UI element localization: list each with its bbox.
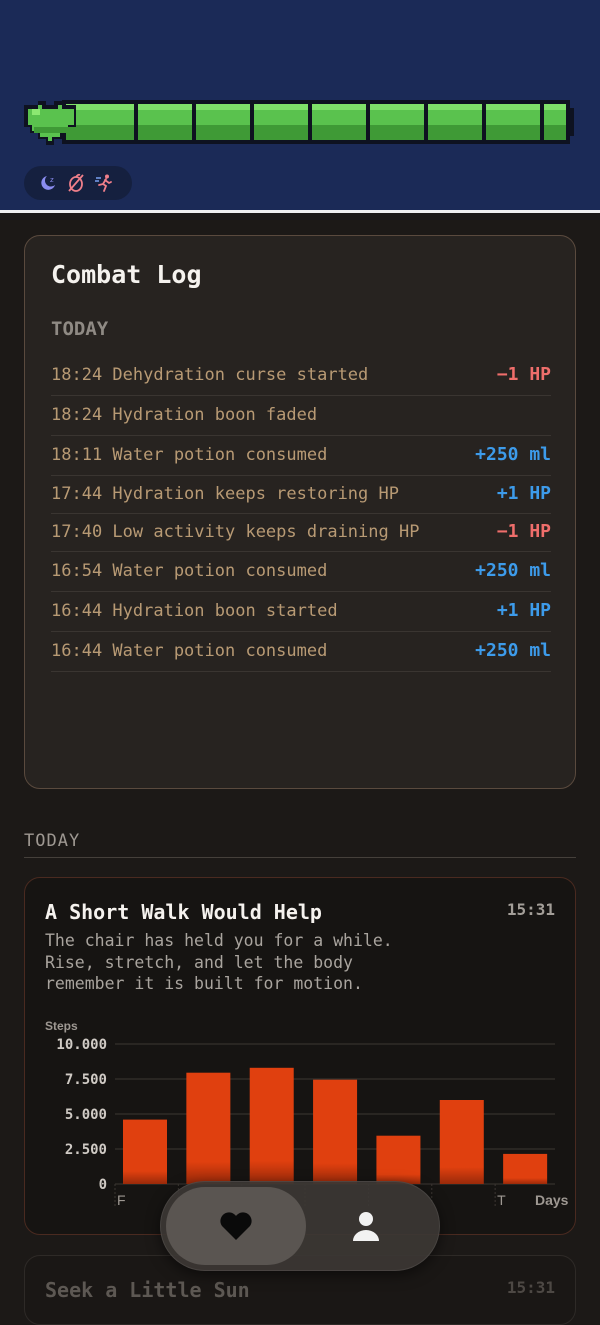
log-entry-delta: +250 ml	[475, 640, 551, 661]
tab-bar	[160, 1181, 440, 1271]
chart-xtick-label: T	[497, 1192, 506, 1208]
chart-ylabel: Steps	[45, 1019, 78, 1033]
log-row: 17:40 Low activity keeps draining HP −1 H…	[51, 514, 551, 552]
log-row: 18:24 Dehydration curse started −1 HP	[51, 356, 551, 396]
feed-section-label: TODAY	[24, 831, 81, 851]
notification-body: The chair has held you for a while. Rise…	[45, 931, 393, 993]
combat-log-list[interactable]: 18:24 Dehydration curse started −1 HP 18:2…	[51, 356, 551, 672]
moon-sleep-icon: z	[41, 176, 55, 190]
svg-text:z: z	[50, 176, 54, 184]
combat-log-section: TODAY	[51, 318, 109, 340]
log-entry-delta: −1 HP	[496, 364, 551, 385]
profile-icon	[353, 1212, 379, 1241]
no-food-icon	[68, 173, 84, 192]
feed-divider	[24, 857, 576, 858]
running-icon	[95, 174, 112, 192]
notification-title: A Short Walk Would Help	[45, 900, 322, 924]
hp-bar	[24, 100, 574, 145]
combat-log-title: Combat Log	[51, 260, 202, 289]
chart-bar	[249, 1067, 294, 1184]
notification-time: 15:31	[506, 1278, 555, 1297]
log-entry-text: 17:40 Low activity keeps draining HP	[51, 522, 420, 542]
log-row: 18:11 Water potion consumed +250 ml	[51, 436, 551, 476]
heart-icon	[220, 1212, 252, 1240]
log-row: 18:24 Hydration boon faded	[51, 396, 551, 436]
log-entry-text: 16:54 Water potion consumed	[51, 561, 328, 581]
combat-log-card[interactable]: Combat Log TODAY 18:24 Dehydration curse…	[24, 235, 576, 789]
chart-ytick-label: 0	[99, 1177, 107, 1193]
chart-xlabel: Days	[535, 1192, 569, 1208]
notification-title: Seek a Little Sun	[45, 1278, 250, 1302]
chart-ytick-label: 7.500	[65, 1072, 107, 1088]
log-entry-delta: −1 HP	[496, 521, 551, 542]
log-entry-delta: +1 HP	[496, 600, 551, 621]
chart-bar	[439, 1100, 484, 1184]
chart-bar	[313, 1079, 358, 1184]
log-row: 16:44 Hydration boon started +1 HP	[51, 592, 551, 632]
status-effects[interactable]: z	[24, 166, 132, 200]
log-row: 17:44 Hydration keeps restoring HP +1 HP	[51, 476, 551, 514]
log-entry-text: 18:24 Dehydration curse started	[51, 365, 369, 385]
log-row: 16:44 Water potion consumed +250 ml	[51, 632, 551, 672]
chart-bar	[123, 1119, 167, 1184]
log-entry-text: 18:11 Water potion consumed	[51, 445, 328, 465]
tab-profile[interactable]	[316, 1187, 416, 1265]
log-entry-delta: +250 ml	[475, 560, 551, 581]
tab-health[interactable]	[166, 1187, 306, 1265]
header-divider	[0, 210, 600, 213]
chart-bar	[503, 1153, 548, 1184]
chart-bar	[186, 1072, 231, 1184]
notification-time: 15:31	[506, 900, 555, 919]
chart-bar	[376, 1135, 421, 1184]
chart-ytick-label: 5.000	[65, 1107, 107, 1123]
log-entry-text: 17:44 Hydration keeps restoring HP	[51, 484, 399, 504]
log-row: 16:54 Water potion consumed +250 ml	[51, 552, 551, 592]
log-entry-text: 18:24 Hydration boon faded	[51, 405, 318, 425]
log-entry-text: 16:44 Hydration boon started	[51, 601, 338, 621]
log-entry-delta: +250 ml	[475, 444, 551, 465]
log-entry-delta: +1 HP	[496, 483, 551, 504]
chart-ytick-label: 10.000	[56, 1037, 107, 1053]
chart-xtick-label: F	[117, 1192, 126, 1208]
log-entry-text: 16:44 Water potion consumed	[51, 641, 328, 661]
chart-ytick-label: 2.500	[65, 1142, 107, 1158]
status-header: z	[0, 0, 600, 210]
